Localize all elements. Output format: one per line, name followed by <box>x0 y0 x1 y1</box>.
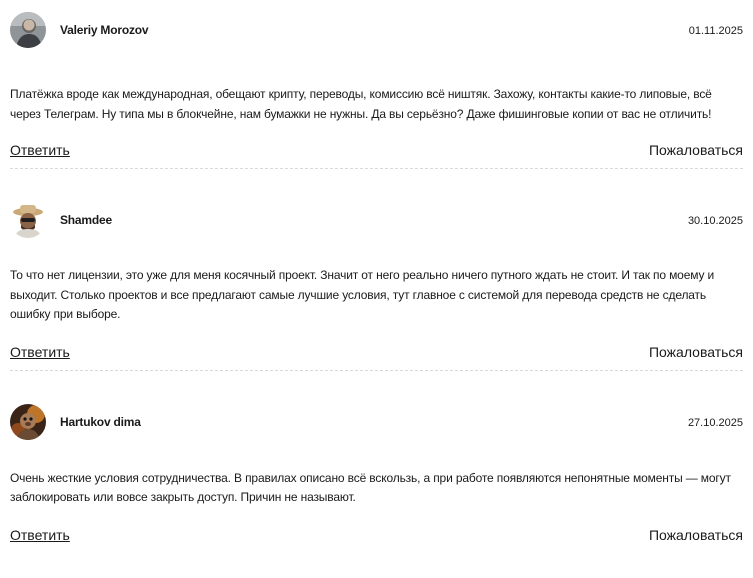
report-link[interactable]: Пожаловаться <box>649 527 743 543</box>
comment-actions: Ответить Пожаловаться <box>10 527 743 547</box>
user-photo-icon <box>10 202 46 238</box>
comment-item: Hartukov dima 27.10.2025 Очень жесткие у… <box>10 403 743 547</box>
report-link[interactable]: Пожаловаться <box>649 344 743 360</box>
comment-item: Valeriy Morozov 01.11.2025 Платёжка врод… <box>10 12 743 169</box>
comment-date: 01.11.2025 <box>688 25 743 37</box>
reply-link[interactable]: Ответить <box>10 344 70 360</box>
user-photo-icon <box>10 403 46 440</box>
comment-text: Платёжка вроде как международная, обещаю… <box>10 87 712 121</box>
report-link[interactable]: Пожаловаться <box>649 142 743 158</box>
comment-author: Valeriy Morozov <box>60 23 149 37</box>
comment-actions: Ответить Пожаловаться <box>10 142 743 162</box>
reply-link[interactable]: Ответить <box>10 527 70 543</box>
comment-text: То что нет лицензии, это уже для меня ко… <box>10 268 715 321</box>
comment-divider <box>10 369 743 371</box>
comment-header: Hartukov dima 27.10.2025 <box>10 403 743 440</box>
comment-header: Shamdee 30.10.2025 <box>10 202 743 238</box>
comment-divider <box>10 168 743 169</box>
comment-author: Shamdee <box>60 213 112 227</box>
comment-text: Очень жесткие условия сотрудничества. В … <box>10 470 731 505</box>
user-photo-icon <box>10 12 46 48</box>
comment-date: 27.10.2025 <box>687 416 743 429</box>
comment-header: Valeriy Morozov 01.11.2025 <box>10 12 743 48</box>
comment-actions: Ответить Пожаловаться <box>10 344 743 364</box>
comment-author: Hartukov dima <box>60 414 141 429</box>
comment-item: Shamdee 30.10.2025 То что нет лицензии, … <box>10 202 743 371</box>
comment-date: 30.10.2025 <box>687 215 743 227</box>
comments-list: Valeriy Morozov 01.11.2025 Платёжка врод… <box>10 0 743 547</box>
reply-link[interactable]: Ответить <box>10 142 70 158</box>
